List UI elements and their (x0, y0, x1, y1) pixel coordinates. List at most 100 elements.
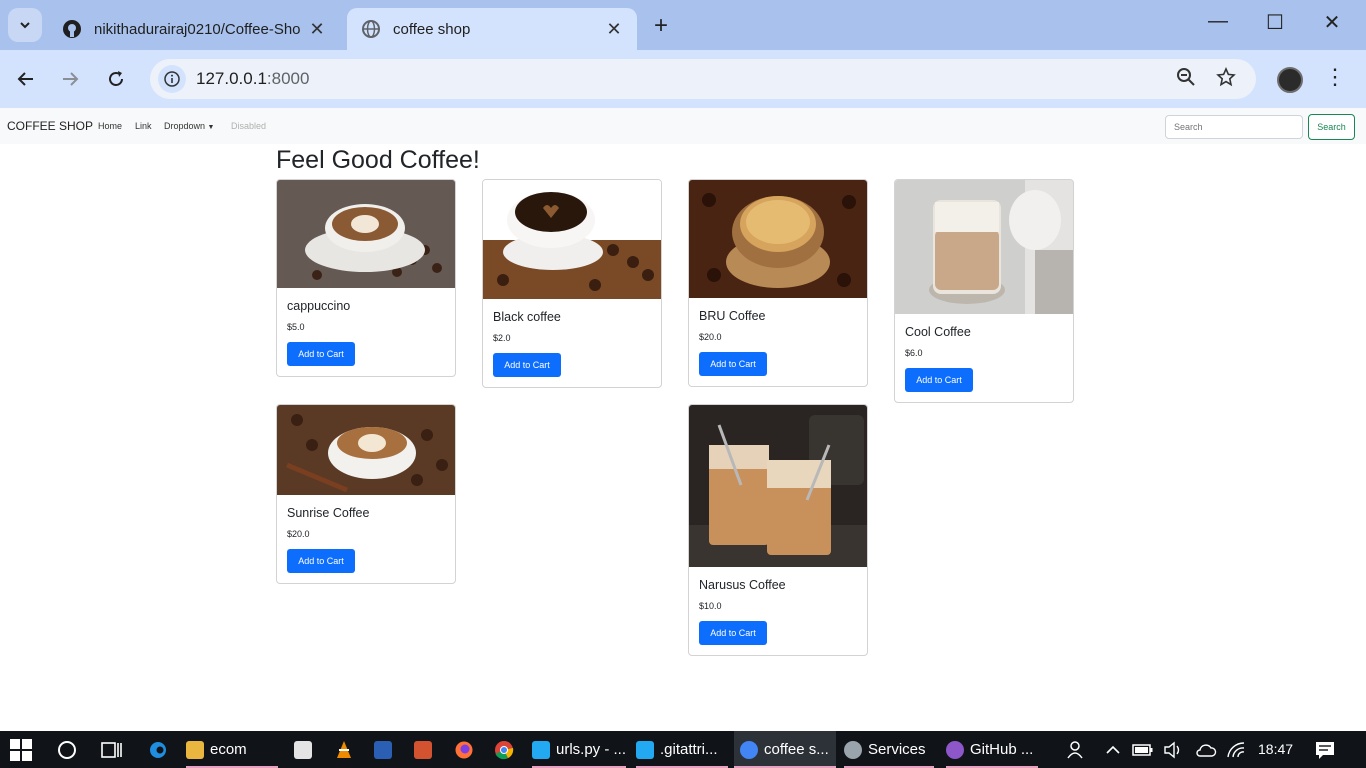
product-price: $20.0 (699, 332, 722, 342)
folder-icon (186, 740, 204, 759)
edge-button[interactable] (148, 731, 168, 768)
forward-button[interactable] (52, 61, 88, 97)
taskbar-label: urls.py - ... (556, 741, 627, 758)
site-navbar: COFFEE SHOP Home Link Dropdown ▼ Disable… (0, 108, 1366, 144)
search-button[interactable]: Search (1308, 114, 1355, 140)
cortana-button[interactable] (57, 731, 77, 768)
add-to-cart-button[interactable]: Add to Cart (287, 342, 355, 366)
new-tab-button[interactable]: + (648, 12, 674, 40)
vscode-icon (532, 740, 550, 759)
arrow-right-icon (63, 72, 79, 86)
github-icon (63, 20, 81, 38)
vlc-cone-icon (337, 740, 351, 758)
more-menu-icon[interactable]: ⋮ (1324, 64, 1346, 90)
product-card: Narusus Coffee $10.0 Add to Cart (688, 404, 868, 656)
task-view-button[interactable] (101, 731, 123, 768)
product-name: Narusus Coffee (699, 578, 786, 592)
product-image (895, 180, 1073, 314)
taskbar-item-chrome[interactable]: coffee s... (734, 731, 836, 768)
battery-button[interactable] (1132, 731, 1154, 768)
store-button[interactable] (294, 731, 318, 768)
product-price: $5.0 (287, 322, 305, 332)
people-icon (1067, 740, 1083, 758)
tab-title: nikithadurairaj0210/Coffee-Sho (94, 20, 301, 38)
url-text: 127.0.0.1:8000 (196, 69, 309, 89)
gear-icon (844, 740, 862, 759)
add-to-cart-button[interactable]: Add to Cart (287, 549, 355, 573)
browser-tab-strip: nikithadurairaj0210/Coffee-Sho ✕ coffee … (0, 0, 1366, 50)
taskbar-item-gitattributes[interactable]: .gitattri... (636, 731, 718, 768)
close-icon[interactable]: ✕ (605, 19, 623, 40)
firefox-icon (455, 741, 473, 758)
volume-button[interactable] (1163, 731, 1185, 768)
taskbar-clock[interactable]: 18:47 (1258, 741, 1293, 757)
zoom-icon[interactable] (1176, 67, 1196, 93)
start-button[interactable] (10, 731, 32, 768)
navbar-brand[interactable]: COFFEE SHOP (7, 119, 93, 133)
product-card: Sunrise Coffee $20.0 Add to Cart (276, 404, 456, 584)
nav-link-disabled: Disabled (231, 121, 267, 131)
chrome-icon (740, 740, 758, 759)
tab-github[interactable]: nikithadurairaj0210/Coffee-Sho ✕ (48, 8, 340, 50)
windows-taskbar: ecom urls.py - ... .gitattri... coffee s… (0, 731, 1366, 768)
product-name: cappuccino (287, 299, 351, 313)
chrome-button[interactable] (494, 731, 514, 768)
tab-coffee-shop[interactable]: coffee shop ✕ (347, 8, 637, 50)
word-button[interactable] (374, 731, 398, 768)
notifications-button[interactable] (1314, 731, 1336, 768)
product-name: BRU Coffee (699, 309, 766, 323)
product-image (483, 180, 661, 299)
vlc-button[interactable] (334, 731, 354, 768)
show-hidden-icons-button[interactable] (1104, 731, 1122, 768)
wifi-button[interactable] (1226, 731, 1246, 768)
firefox-button[interactable] (454, 731, 474, 768)
product-price: $6.0 (905, 348, 923, 358)
powerpoint-button[interactable] (414, 731, 438, 768)
taskbar-item-github[interactable]: GitHub ... (946, 731, 1033, 768)
people-button[interactable] (1066, 731, 1086, 768)
product-image (277, 405, 455, 495)
minimize-button[interactable]: — (1204, 10, 1232, 33)
reload-icon (109, 71, 123, 86)
nav-link-home[interactable]: Home (98, 121, 122, 131)
chrome-icon (495, 740, 514, 759)
reload-button[interactable] (98, 61, 134, 97)
product-name: Cool Coffee (905, 325, 971, 339)
add-to-cart-button[interactable]: Add to Cart (905, 368, 973, 392)
taskbar-item-services[interactable]: Services (844, 731, 926, 768)
product-name: Black coffee (493, 310, 561, 324)
profile-avatar[interactable] (1277, 67, 1303, 93)
product-image (689, 405, 867, 567)
taskbar-label: Services (868, 741, 926, 758)
taskbar-item-ecom[interactable]: ecom (186, 731, 247, 768)
browser-toolbar: 127.0.0.1:8000 ⋮ (0, 50, 1366, 108)
maximize-button[interactable]: ☐ (1261, 10, 1289, 35)
edge-icon (150, 741, 166, 758)
cortana-circle-icon (58, 740, 76, 759)
onedrive-button[interactable] (1195, 731, 1217, 768)
site-info-icon[interactable] (158, 65, 186, 93)
url-host: 127.0.0.1 (196, 69, 267, 88)
bookmark-star-icon[interactable] (1216, 67, 1236, 93)
search-input[interactable] (1165, 115, 1303, 139)
close-icon[interactable]: ✕ (308, 19, 326, 40)
chevron-down-icon (20, 22, 30, 29)
add-to-cart-button[interactable]: Add to Cart (699, 352, 767, 376)
notification-icon (1316, 741, 1334, 759)
address-bar[interactable]: 127.0.0.1:8000 (150, 59, 1256, 99)
nav-dropdown[interactable]: Dropdown ▼ (164, 121, 214, 131)
nav-link-link[interactable]: Link (135, 121, 152, 131)
taskbar-item-urls[interactable]: urls.py - ... (532, 731, 626, 768)
product-image (689, 180, 867, 298)
back-button[interactable] (8, 61, 44, 97)
product-card: Black coffee $2.0 Add to Cart (482, 179, 662, 388)
add-to-cart-button[interactable]: Add to Cart (493, 353, 561, 377)
cloud-icon (1196, 743, 1217, 757)
add-to-cart-button[interactable]: Add to Cart (699, 621, 767, 645)
arrow-left-icon (17, 72, 33, 86)
close-window-button[interactable]: ✕ (1318, 10, 1346, 35)
product-card: BRU Coffee $20.0 Add to Cart (688, 179, 868, 387)
url-port: :8000 (266, 69, 310, 88)
tab-title: coffee shop (393, 20, 471, 38)
tab-search-button[interactable] (8, 8, 42, 42)
